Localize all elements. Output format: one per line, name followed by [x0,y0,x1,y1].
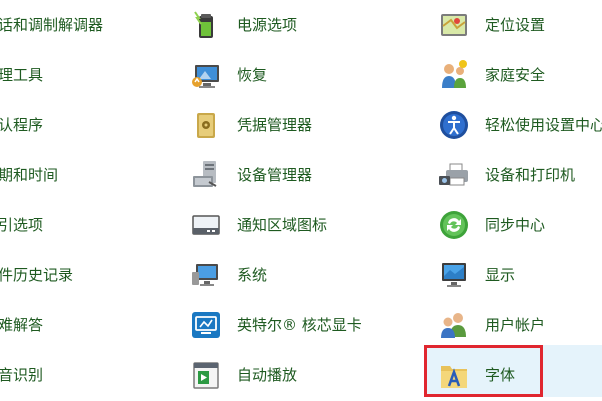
ease-of-access-icon [437,108,471,142]
link-default-programs[interactable]: 认程序 [0,100,43,150]
link-label: 设备管理器 [237,166,313,184]
printer-camera-icon [437,158,471,192]
link-display[interactable]: 显示 [437,250,515,300]
selection-highlight-box [424,345,543,397]
link-sync-center[interactable]: 同步中心 [437,200,545,250]
link-label: 音识别 [0,366,44,384]
link-device-manager[interactable]: 设备管理器 [189,150,312,200]
link-label: 件历史记录 [0,266,74,284]
link-devices-printers[interactable]: 设备和打印机 [437,150,575,200]
link-label: 轻松使用设置中心 [485,116,602,134]
link-label: 显示 [485,266,516,284]
link-power-options[interactable]: 电源选项 [189,0,297,50]
link-user-accounts[interactable]: 用户帐户 [437,300,545,350]
device-manager-icon [189,158,223,192]
location-map-icon [437,8,471,42]
link-intel-graphics[interactable]: 英特尔® 核芯显卡 [189,300,362,350]
family-safety-icon [437,58,471,92]
autoplay-icon [189,358,223,392]
link-label: 用户帐户 [485,316,546,334]
link-label: 认程序 [0,116,44,134]
link-system[interactable]: 系统 [189,250,267,300]
link-label: 引选项 [0,216,44,234]
notification-tray-icon [189,208,223,242]
link-label: 凭据管理器 [237,116,313,134]
link-notification-icons[interactable]: 通知区域图标 [189,200,327,250]
link-phone-modem[interactable]: 话和调制解调器 [0,0,103,50]
link-admin-tools[interactable]: 理工具 [0,50,43,100]
link-indexing-options[interactable]: 引选项 [0,200,43,250]
link-label: 理工具 [0,66,44,84]
link-label: 设备和打印机 [485,166,576,184]
link-label: 通知区域图标 [237,216,328,234]
link-label: 同步中心 [485,216,546,234]
link-location-settings[interactable]: 定位设置 [437,0,545,50]
link-recovery[interactable]: 恢复 [189,50,267,100]
link-file-history[interactable]: 件历史记录 [0,250,73,300]
system-monitor-icon [189,258,223,292]
recovery-monitor-icon [189,58,223,92]
link-label: 期和时间 [0,166,59,184]
link-label: 话和调制解调器 [0,16,104,34]
link-label: 难解答 [0,316,44,334]
link-label: 系统 [237,266,268,284]
link-label: 恢复 [237,66,268,84]
intel-graphics-icon [189,308,223,342]
link-label: 自动播放 [237,366,298,384]
display-monitor-icon [437,258,471,292]
link-family-safety[interactable]: 家庭安全 [437,50,545,100]
link-label: 电源选项 [237,16,298,34]
link-autoplay[interactable]: 自动播放 [189,350,297,400]
user-accounts-icon [437,308,471,342]
link-speech-recognition[interactable]: 音识别 [0,350,43,400]
link-date-time[interactable]: 期和时间 [0,150,58,200]
link-credential-manager[interactable]: 凭据管理器 [189,100,312,150]
credential-safe-icon [189,108,223,142]
link-label: 定位设置 [485,16,546,34]
battery-icon [189,8,223,42]
link-troubleshooting[interactable]: 难解答 [0,300,43,350]
link-label: 英特尔® 核芯显卡 [237,316,362,334]
link-ease-of-access[interactable]: 轻松使用设置中心 [437,100,602,150]
link-label: 家庭安全 [485,66,546,84]
sync-center-icon [437,208,471,242]
